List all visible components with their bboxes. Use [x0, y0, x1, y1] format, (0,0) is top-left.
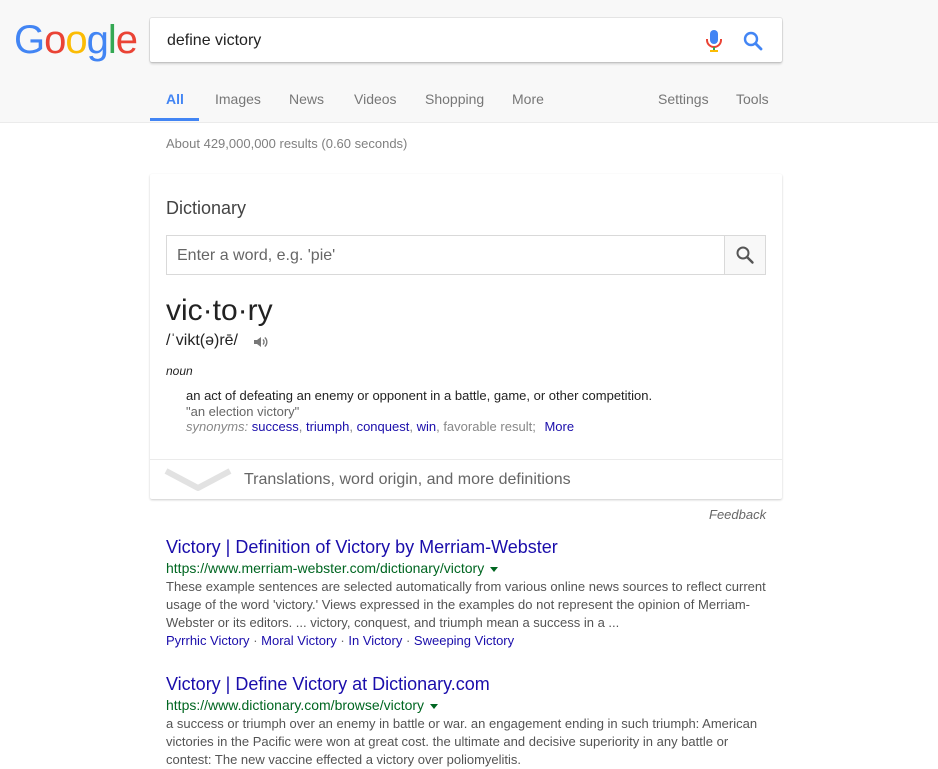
- logo-letter: l: [107, 18, 117, 62]
- chevron-down-icon[interactable]: [164, 468, 232, 497]
- search-tabs: All Images News Videos Shopping More Set…: [0, 84, 938, 122]
- snippet-line: usage of the word 'victory.' Views expre…: [166, 597, 751, 612]
- result-snippet: a success or triumph over an enemy in ba…: [166, 715, 770, 769]
- snippet-line: These example sentences are selected aut…: [166, 579, 766, 594]
- search-result: Victory | Define Victory at Dictionary.c…: [166, 674, 770, 769]
- example-usage: "an election victory": [186, 404, 300, 419]
- tab-videos[interactable]: Videos: [354, 91, 397, 107]
- dictionary-title: Dictionary: [166, 198, 247, 218]
- result-url-text: https://www.merriam-webster.com/dictiona…: [166, 560, 485, 576]
- result-stats: About 429,000,000 results (0.60 seconds): [166, 136, 408, 151]
- snippet-line: contest: The new vaccine effected a vict…: [166, 752, 522, 767]
- logo-letter: o: [44, 18, 66, 62]
- more-synonyms-link[interactable]: More: [544, 419, 574, 434]
- logo-letter: g: [86, 18, 109, 62]
- synonym-link[interactable]: win: [417, 419, 437, 434]
- sitelink[interactable]: Pyrrhic Victory: [166, 633, 250, 648]
- dropdown-caret-icon[interactable]: [490, 566, 499, 572]
- snippet-line: victories in the Pacific were won at gre…: [166, 734, 729, 749]
- search-box: [150, 18, 782, 62]
- tab-news[interactable]: News: [289, 91, 324, 107]
- synonyms: synonyms: success, triumph, conquest, wi…: [186, 419, 575, 434]
- dictionary-search: [166, 235, 766, 275]
- search-input[interactable]: [165, 29, 689, 53]
- snippet-line: Webster or its editors. ... victory, con…: [166, 615, 620, 630]
- logo-letter: o: [65, 18, 87, 62]
- google-logo[interactable]: Google: [14, 18, 138, 63]
- tab-more[interactable]: More: [512, 91, 544, 107]
- search-icon[interactable]: [742, 30, 764, 52]
- result-snippet: These example sentences are selected aut…: [166, 578, 770, 632]
- synonym-link[interactable]: triumph: [306, 419, 349, 434]
- tab-images[interactable]: Images: [215, 91, 261, 107]
- active-tab-indicator: [150, 118, 199, 121]
- divider: [150, 459, 782, 460]
- synonym-link[interactable]: conquest: [357, 419, 410, 434]
- synonym-text: favorable result: [443, 419, 533, 434]
- part-of-speech: noun: [166, 364, 193, 378]
- tools-link[interactable]: Tools: [736, 91, 769, 107]
- dictionary-card: Dictionary vic·to·ry /ˈvikt(ə)rē/ noun a…: [150, 174, 782, 499]
- speaker-icon[interactable]: [252, 334, 268, 355]
- dropdown-caret-icon[interactable]: [430, 703, 439, 709]
- separator: ·: [340, 633, 345, 648]
- result-url: https://www.dictionary.com/browse/victor…: [166, 697, 770, 713]
- microphone-icon[interactable]: [704, 29, 724, 53]
- feedback-link[interactable]: Feedback: [709, 507, 766, 522]
- logo-letter: e: [115, 18, 138, 62]
- logo-letter: G: [14, 18, 45, 62]
- separator: ·: [253, 633, 258, 648]
- result-title-link[interactable]: Victory | Define Victory at Dictionary.c…: [166, 674, 770, 695]
- tab-all[interactable]: All: [166, 91, 184, 107]
- sitelink[interactable]: Sweeping Victory: [414, 633, 514, 648]
- synonym-link[interactable]: success: [252, 419, 299, 434]
- result-url-text: https://www.dictionary.com/browse/victor…: [166, 697, 425, 713]
- more-definitions-link[interactable]: Translations, word origin, and more defi…: [244, 471, 571, 489]
- headword: vic·to·ry: [166, 294, 273, 327]
- result-url: https://www.merriam-webster.com/dictiona…: [166, 560, 770, 576]
- definition: an act of defeating an enemy or opponent…: [186, 388, 653, 403]
- sitelink[interactable]: In Victory: [348, 633, 402, 648]
- pronunciation: /ˈvikt(ə)rē/: [166, 332, 238, 349]
- tab-shopping[interactable]: Shopping: [425, 91, 484, 107]
- header: Google All Images News Videos Shopping M…: [0, 0, 938, 123]
- sitelink[interactable]: Moral Victory: [261, 633, 337, 648]
- search-result: Victory | Definition of Victory by Merri…: [166, 537, 770, 648]
- dictionary-search-button[interactable]: [724, 236, 765, 274]
- result-sitelinks: Pyrrhic Victory · Moral Victory · In Vic…: [166, 633, 770, 648]
- snippet-line: a success or triumph over an enemy in ba…: [166, 716, 758, 731]
- settings-link[interactable]: Settings: [658, 91, 709, 107]
- separator: ·: [405, 633, 411, 648]
- synonyms-label: synonyms:: [186, 419, 249, 434]
- dictionary-input[interactable]: [175, 244, 719, 268]
- search-icon: [736, 246, 754, 264]
- result-title-link[interactable]: Victory | Definition of Victory by Merri…: [166, 537, 770, 558]
